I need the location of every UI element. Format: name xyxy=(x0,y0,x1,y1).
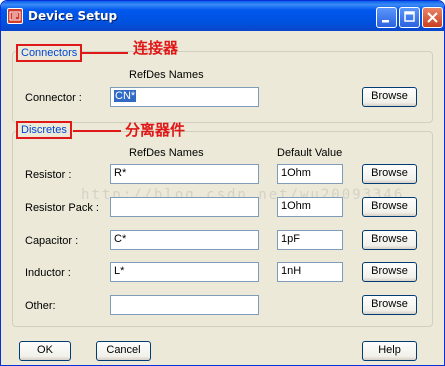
capacitor-browse-button[interactable]: Browse xyxy=(362,230,417,250)
connector-refdes-field[interactable]: CN* xyxy=(110,87,259,107)
inductor-refdes-field[interactable]: L* xyxy=(110,262,259,282)
device-setup-window: Device Setup Connectors 连接器 RefDes Names… xyxy=(0,0,445,366)
other-label: Other: xyxy=(25,300,56,312)
other-refdes-field[interactable] xyxy=(110,295,259,315)
resistor-browse-button[interactable]: Browse xyxy=(362,164,417,184)
discretes-refdes-header: RefDes Names xyxy=(129,147,204,159)
discretes-annotation-line xyxy=(73,130,121,132)
connectors-group-label: Connectors xyxy=(16,44,83,62)
other-browse-button[interactable]: Browse xyxy=(362,295,417,315)
connectors-annotation-line xyxy=(80,52,128,54)
app-icon xyxy=(7,8,23,24)
resistor-pack-browse-button[interactable]: Browse xyxy=(362,197,417,217)
close-button[interactable] xyxy=(422,7,443,28)
capacitor-default-field[interactable]: 1pF xyxy=(277,230,343,250)
capacitor-label: Capacitor : xyxy=(25,235,79,247)
resistor-default-field[interactable]: 1Ohm xyxy=(277,164,343,184)
inductor-browse-button[interactable]: Browse xyxy=(362,262,417,282)
capacitor-refdes-field[interactable]: C* xyxy=(110,230,259,250)
title-bar[interactable]: Device Setup xyxy=(1,1,444,31)
resistor-pack-default-field[interactable]: 1Ohm xyxy=(277,197,343,217)
resistor-refdes-field[interactable]: R* xyxy=(110,164,259,184)
connector-browse-button[interactable]: Browse xyxy=(362,87,417,107)
ok-button[interactable]: OK xyxy=(19,341,71,361)
discretes-annotation: 分离器件 xyxy=(125,121,186,139)
inductor-default-field[interactable]: 1nH xyxy=(277,262,343,282)
minimize-button[interactable] xyxy=(376,7,397,28)
window-title: Device Setup xyxy=(28,9,118,23)
help-button[interactable]: Help xyxy=(362,341,417,361)
discretes-default-header: Default Value xyxy=(277,147,343,159)
resistor-label: Resistor : xyxy=(25,169,72,181)
cancel-button[interactable]: Cancel xyxy=(96,341,151,361)
connector-refdes-value: CN* xyxy=(114,90,137,102)
resistor-pack-refdes-field[interactable] xyxy=(110,197,259,217)
inductor-label: Inductor : xyxy=(25,267,71,279)
discretes-group-label: Discretes xyxy=(16,121,72,139)
resistor-pack-label: Resistor Pack : xyxy=(25,202,99,214)
maximize-button[interactable] xyxy=(399,7,420,28)
connectors-refdes-header: RefDes Names xyxy=(129,69,204,81)
connector-label: Connector : xyxy=(25,92,82,104)
connectors-annotation: 连接器 xyxy=(133,39,179,57)
